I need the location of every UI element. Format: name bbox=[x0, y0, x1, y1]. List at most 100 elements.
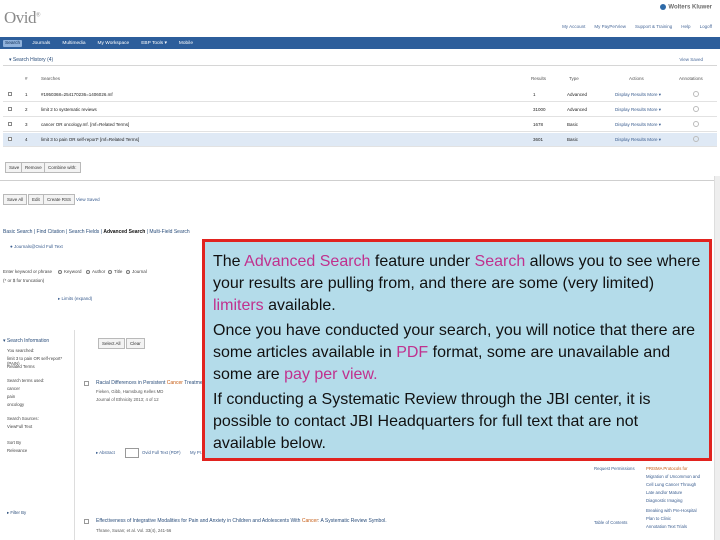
title-part: Effectiveness of Integrative Modalities … bbox=[96, 518, 302, 524]
row-actions[interactable]: Display Results More ▾ bbox=[615, 92, 661, 98]
brand-label: Wolters Kluwer bbox=[660, 4, 712, 11]
row-number: 4 bbox=[25, 137, 28, 142]
remove-button[interactable]: Remove bbox=[21, 162, 46, 173]
row-checkbox[interactable] bbox=[8, 122, 12, 126]
annotation-icon[interactable] bbox=[693, 136, 699, 142]
panel-line: You searched: bbox=[7, 348, 35, 353]
full-text-pdf-link[interactable]: Ovid Full Text (PDF) bbox=[142, 450, 181, 455]
title-hit: Cancer bbox=[301, 518, 318, 524]
row-search: limit 3 to pain OR self-report* [mf=Rela… bbox=[41, 137, 140, 142]
journal-radio[interactable] bbox=[126, 270, 130, 274]
edit-button[interactable]: Edit bbox=[28, 194, 44, 205]
callout-text: The bbox=[213, 253, 245, 270]
author-radio[interactable] bbox=[86, 270, 90, 274]
result-checkbox[interactable] bbox=[84, 381, 89, 386]
option-keyword: Keyword bbox=[64, 269, 82, 274]
tab-advanced-search[interactable]: Advanced Search bbox=[103, 229, 145, 235]
col-searches[interactable]: Searches bbox=[41, 76, 60, 81]
title-part: Racial Differences in Persistent bbox=[96, 380, 167, 386]
panel-line: pain bbox=[7, 394, 16, 399]
nav-multimedia[interactable]: Multimedia bbox=[60, 40, 87, 47]
result-checkbox[interactable] bbox=[84, 519, 89, 524]
section-divider bbox=[0, 180, 720, 181]
title-radio[interactable] bbox=[108, 270, 112, 274]
row-checkbox[interactable] bbox=[8, 107, 12, 111]
nav-journals[interactable]: Journals bbox=[30, 40, 52, 47]
related-link[interactable]: Breaking with Pre-Hospital bbox=[646, 508, 697, 513]
callout-text: available. bbox=[263, 297, 336, 314]
row-number: 2 bbox=[25, 107, 28, 112]
callout-paragraph-jbi-contact: If conducting a Systematic Review throug… bbox=[213, 389, 701, 455]
view-saved-bottom-link[interactable]: View Saved bbox=[76, 197, 100, 202]
annotation-icon[interactable] bbox=[693, 91, 699, 97]
nav-ebp-tools[interactable]: EBP Tools ▾ bbox=[139, 40, 169, 47]
search-mode-links[interactable]: Basic Search | Find Citation | Search Fi… bbox=[3, 229, 103, 235]
row-results: 1 bbox=[533, 92, 536, 97]
col-number[interactable]: # bbox=[25, 76, 28, 81]
search-info-panel: You searched: limit 3 to pain OR self-re… bbox=[3, 330, 75, 540]
related-link[interactable]: Late and/or Mature bbox=[646, 490, 682, 495]
trademark-symbol: ® bbox=[36, 12, 41, 19]
col-results[interactable]: Results bbox=[531, 76, 546, 81]
ovid-logo[interactable]: Ovid® bbox=[4, 8, 41, 28]
row-actions[interactable]: Display Results More ▾ bbox=[615, 137, 661, 143]
resource-selected[interactable]: ● Journals@Ovid Full Text bbox=[10, 244, 63, 249]
col-type[interactable]: Type bbox=[569, 76, 579, 81]
row-actions[interactable]: Display Results More ▾ bbox=[615, 107, 661, 113]
my-account-link[interactable]: My Account bbox=[562, 24, 585, 29]
highlighted-term: pay per view. bbox=[284, 366, 378, 383]
my-payperview-link[interactable]: My PayPerView bbox=[594, 24, 626, 29]
highlighted-term: Advanced Search bbox=[244, 253, 371, 270]
related-link[interactable]: Annotation Text Trials bbox=[646, 524, 687, 529]
related-link[interactable]: Plan to Clinic bbox=[646, 516, 671, 521]
main-nav: Search Journals Multimedia My Workspace … bbox=[0, 37, 720, 49]
result-source: Journal of Ethnicity 2013; 4 of 12 bbox=[96, 397, 159, 402]
row-search: cancer OR oncology.mf. [mf=Related Terms… bbox=[41, 122, 130, 127]
limits-toggle[interactable]: ▸ Limits (expand) bbox=[58, 296, 92, 302]
result-title[interactable]: Racial Differences in Persistent Cancer … bbox=[96, 380, 212, 386]
select-all-button[interactable]: Select All bbox=[98, 338, 125, 349]
result-authors: Fieken, Gibb, Hamsburg Kelles MD bbox=[96, 389, 164, 394]
search-history-toggle[interactable]: ▾ Search History (4) bbox=[9, 57, 53, 63]
row-checkbox[interactable] bbox=[8, 137, 12, 141]
tab-multi-field-search[interactable]: | Multi-Field Search bbox=[145, 229, 190, 235]
nav-mobile[interactable]: Mobile bbox=[177, 40, 195, 47]
row-results: 1678 bbox=[533, 122, 544, 127]
view-saved-link[interactable]: View Saved bbox=[679, 57, 703, 62]
keyword-radio[interactable] bbox=[58, 270, 62, 274]
panel-line: Sort By bbox=[7, 440, 22, 445]
support-training-link[interactable]: Support & Training bbox=[635, 24, 672, 29]
related-link[interactable]: Cell Lung Cancer Through bbox=[646, 482, 696, 487]
related-link[interactable]: Diagnostic Imaging bbox=[646, 498, 683, 503]
highlighted-term: Search bbox=[474, 253, 526, 270]
result-title[interactable]: Effectiveness of Integrative Modalities … bbox=[96, 518, 387, 524]
table-of-contents-link[interactable]: Table of Contents bbox=[594, 520, 627, 525]
create-rss-button[interactable]: Create RSS bbox=[43, 194, 76, 205]
nav-my-workspace[interactable]: My Workspace bbox=[96, 40, 132, 47]
abstract-link[interactable]: ▸ Abstract bbox=[96, 450, 115, 456]
request-permissions-link[interactable]: Request Permissions bbox=[594, 466, 635, 471]
page-scrollbar[interactable] bbox=[714, 176, 720, 540]
row-actions[interactable]: Display Results More ▾ bbox=[615, 122, 661, 128]
logoff-link[interactable]: Logoff bbox=[700, 24, 712, 29]
related-link[interactable]: Migration of Uncommon and bbox=[646, 474, 700, 479]
save-all-button[interactable]: Save All bbox=[3, 194, 28, 205]
history-row: 3 cancer OR oncology.mf. [mf=Related Ter… bbox=[3, 118, 717, 132]
annotation-icon[interactable] bbox=[693, 106, 699, 112]
brand-dot-icon bbox=[660, 4, 667, 10]
title-hit: Cancer bbox=[166, 380, 183, 386]
nav-search[interactable]: Search bbox=[3, 39, 23, 47]
callout-text: If conducting a Systematic Review throug… bbox=[213, 391, 651, 452]
clear-button[interactable]: Clear bbox=[126, 338, 145, 349]
filter-by-toggle[interactable]: ▸ Filter By bbox=[7, 510, 26, 516]
history-row: 2 limit 2 to systematic reviews 31000 Ad… bbox=[3, 103, 717, 117]
annotation-icon[interactable] bbox=[693, 121, 699, 127]
panel-line: oncology bbox=[7, 402, 25, 407]
combine-with-button[interactable]: Combine with: bbox=[44, 162, 81, 173]
panel-line: Search terms used: bbox=[7, 378, 45, 383]
related-link[interactable]: PRISMA Protocols for bbox=[646, 466, 688, 471]
help-link[interactable]: Help bbox=[681, 24, 690, 29]
row-checkbox[interactable] bbox=[8, 92, 12, 96]
search-info-header[interactable]: ▾ Search Information bbox=[3, 338, 49, 344]
sort-select[interactable]: Relevance bbox=[7, 448, 27, 453]
